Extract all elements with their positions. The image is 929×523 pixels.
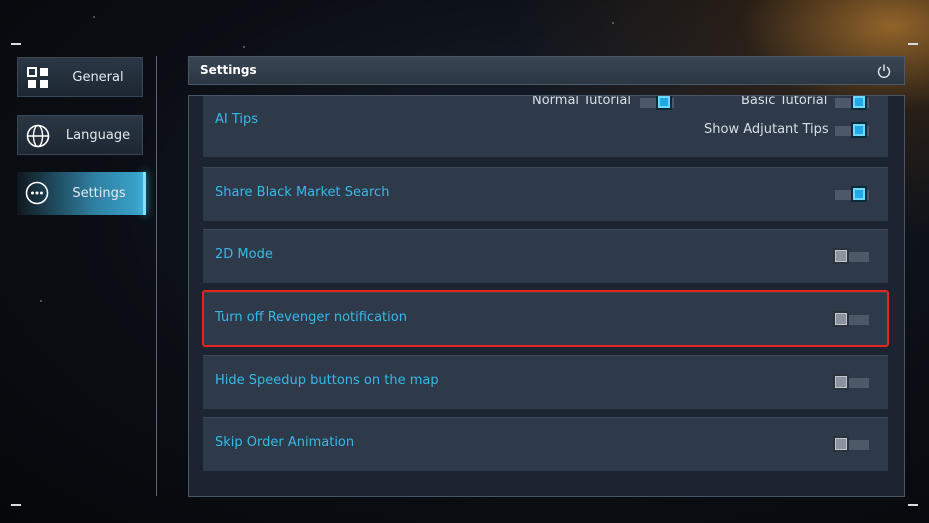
setting-row-skip-order-animation: Skip Order Animation [203,417,888,471]
2d-mode-toggle[interactable] [833,248,869,264]
sidebar-item-settings[interactable]: Settings [17,172,145,215]
sub-setting-label: Show Adjutant Tips [704,122,829,137]
share-black-market-search-toggle[interactable] [833,186,869,202]
sidebar-item-label: Language [65,127,131,143]
show-adjutant-tips-toggle[interactable] [833,122,869,138]
sidebar-divider [156,56,157,496]
corner-marker [11,43,21,45]
normal-tutorial-toggle[interactable] [638,96,674,110]
setting-row-2d-mode: 2D Mode [203,229,888,283]
basic-tutorial-toggle[interactable] [833,96,869,110]
setting-label: 2D Mode [215,247,273,262]
skip-order-animation-toggle[interactable] [833,436,869,452]
sidebar-item-language[interactable]: Language [17,115,143,155]
sidebar-item-label: Settings [72,186,126,201]
setting-label: Skip Order Animation [215,435,355,450]
setting-row-ai-tips: AI Tips Normal Tutorial Basic Tutorial S… [203,95,888,157]
setting-row-share-black-market-search: Share Black Market Search [203,167,888,221]
power-icon[interactable] [876,63,892,79]
globe-icon [26,124,50,148]
corner-marker [11,504,21,506]
corner-marker [908,504,918,506]
sidebar-item-general[interactable]: General [17,57,143,97]
background-star [40,300,42,302]
setting-label: Share Black Market Search [215,185,390,200]
background-star [612,22,614,24]
sub-setting-label: Normal Tutorial [532,95,631,108]
sidebar-item-label: General [72,69,124,85]
page-title: Settings [200,63,257,77]
background-star [93,16,95,18]
panel-header: Settings [188,56,905,85]
more-dots-icon [25,181,49,205]
setting-row-hide-speedup-buttons: Hide Speedup buttons on the map [203,355,888,409]
setting-label: AI Tips [215,112,259,127]
active-indicator [143,172,146,215]
hide-speedup-buttons-toggle[interactable] [833,374,869,390]
setting-label: Hide Speedup buttons on the map [215,373,439,388]
highlight-box [202,290,889,347]
grid-icon [26,66,50,90]
sub-setting-label: Basic Tutorial [741,95,828,108]
background-star [243,46,245,48]
corner-marker [908,43,918,45]
